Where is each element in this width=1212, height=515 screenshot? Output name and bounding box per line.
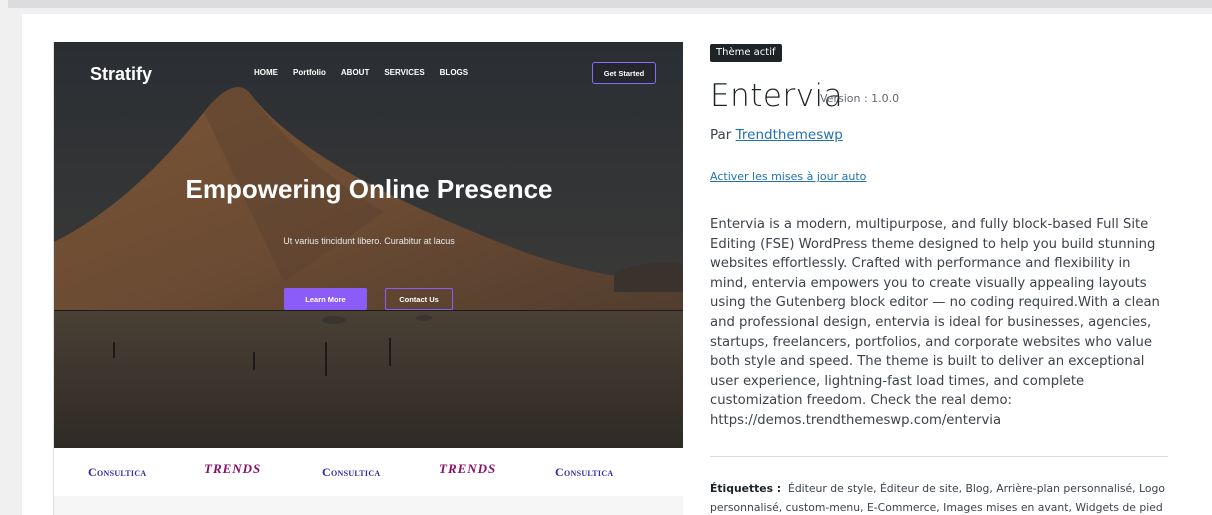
preview-horizon-line [54,310,683,311]
tags-label: Étiquettes : [710,482,782,495]
trends-logo: TRENDS [204,461,262,476]
trends-logo: TRENDS [439,461,497,476]
preview-nav-about: ABOUT [340,68,370,77]
preview-brand-logo: Stratify [90,64,153,84]
author-prefix: Par [710,127,732,143]
preview-hero-subtitle: Ut varius tincidunt libero. Curabitur at… [283,236,455,246]
preview-next-section [54,496,683,515]
consultica-logo: Consultica [555,465,614,479]
theme-author: Par Trendthemeswp [710,127,843,143]
consultica-logo: Consultica [322,465,381,479]
top-border [0,0,1212,8]
preview-client-logos: Consultica TRENDS Consultica TRENDS Cons… [54,448,683,496]
theme-tags: Étiquettes : Éditeur de style, Éditeur d… [710,480,1172,515]
preview-nav-services: SERVICES [384,68,425,77]
preview-hero-title: Empowering Online Presence [185,174,553,204]
enable-auto-updates-link[interactable]: Activer les mises à jour auto [710,170,866,183]
preview-nav-portfolio: Portfolio [293,68,326,77]
preview-learn-more-button: Learn More [284,288,367,310]
divider [710,456,1168,457]
preview-nav-blogs: BLOGS [439,68,469,77]
active-theme-badge: Thème actif [710,44,782,62]
preview-hero: Stratify HOME Portfolio ABOUT SERVICES B… [54,42,683,448]
author-link[interactable]: Trendthemeswp [736,127,843,143]
consultica-logo: Consultica [88,465,147,479]
theme-description: Entervia is a modern, multipurpose, and … [710,217,1160,428]
left-border [0,0,8,515]
theme-version: Version : 1.0.0 [820,92,900,105]
preview-contact-us-button: Contact Us [385,288,453,310]
preview-get-started-button: Get Started [592,62,656,84]
preview-nav-home: HOME [254,68,278,77]
preview-nav: HOME Portfolio ABOUT SERVICES BLOGS [254,68,468,77]
theme-screenshot: Stratify HOME Portfolio ABOUT SERVICES B… [53,42,683,515]
